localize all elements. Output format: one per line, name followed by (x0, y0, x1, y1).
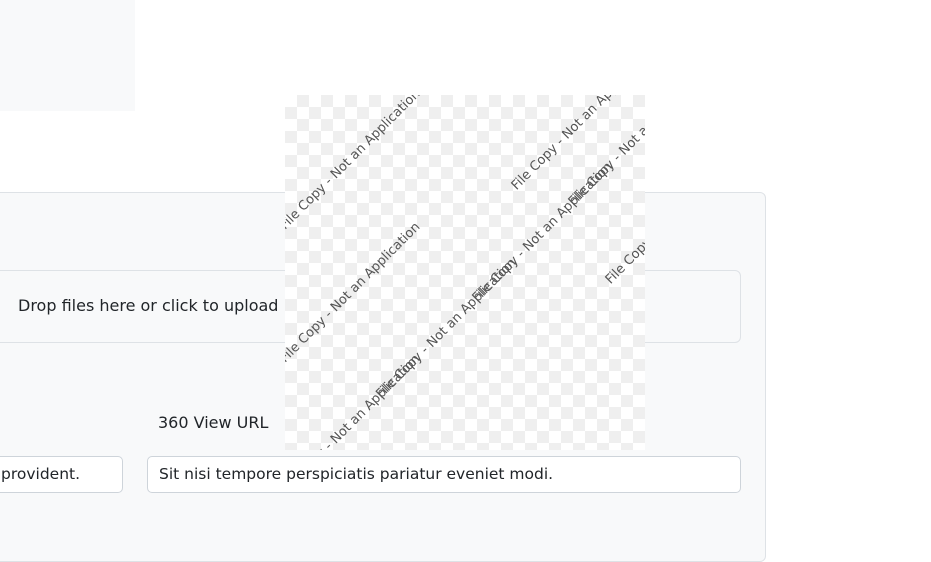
watermark-text: File Copy - Not an Application (285, 95, 423, 233)
top-panel (0, 0, 135, 111)
watermark-text: File Copy - Not an Application (285, 220, 423, 366)
image-preview: File Copy - Not an Application File Copy… (285, 95, 645, 450)
dropzone-label: Drop files here or click to upload (18, 296, 279, 315)
view360-label: 360 View URL (158, 413, 269, 432)
view360-url-input[interactable]: Sit nisi tempore perspiciatis pariatur e… (147, 456, 741, 493)
watermark-text: File Copy - Not an Application (566, 95, 645, 209)
watermark-layer: File Copy - Not an Application File Copy… (285, 95, 645, 450)
left-text-input[interactable]: provident. (0, 456, 123, 493)
